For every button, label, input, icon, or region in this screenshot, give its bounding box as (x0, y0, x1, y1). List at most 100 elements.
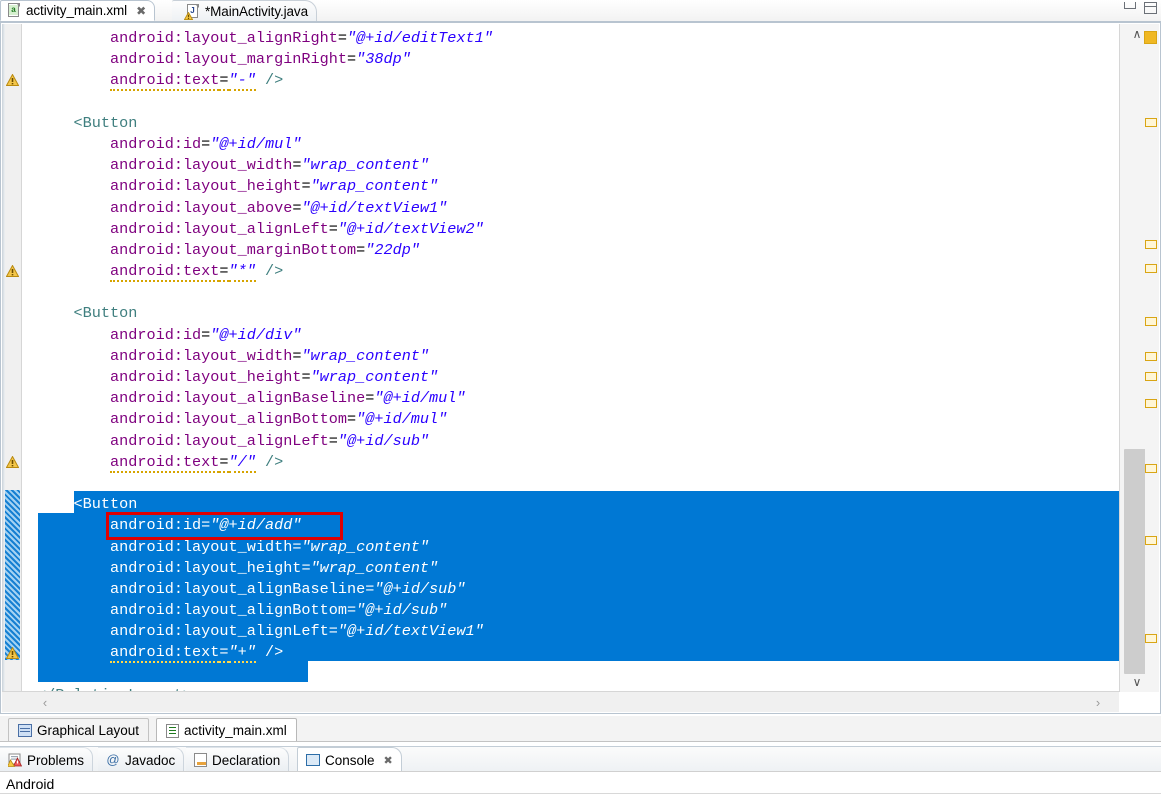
code-token: = (328, 219, 338, 238)
code-line[interactable]: android:layout_alignBottom="@+id/sub" (23, 600, 493, 621)
close-icon[interactable]: ✖ (384, 754, 393, 767)
overview-warning-marker[interactable] (1145, 240, 1157, 249)
code-token: android:text (110, 71, 220, 92)
overview-warning-marker[interactable] (1145, 399, 1157, 408)
code-token: "@+id/editText1" (347, 29, 493, 47)
code-token: <Button (73, 113, 138, 132)
overview-warning-marker[interactable] (1145, 264, 1157, 273)
view-tab-console[interactable]: Console ✖ (297, 747, 402, 772)
code-token: "wrap_content" (301, 346, 430, 365)
editor-mode-tabs: Graphical Layout activity_main.xml (0, 716, 1161, 742)
console-divider (0, 793, 1161, 794)
editor-tab-activity-main-xml[interactable]: a activity_main.xml ✖ (0, 0, 156, 21)
code-token: android:layout_alignLeft (110, 431, 329, 450)
console-panel[interactable]: Android (0, 771, 1161, 801)
code-token: android:layout_width (110, 346, 293, 365)
editor-gutter[interactable] (2, 24, 22, 692)
code-line[interactable]: android:layout_alignLeft="@+id/sub" (23, 431, 493, 452)
bottom-view-tabs: Problems @ Javadoc Declaration Console ✖ (0, 746, 1161, 772)
java-file-icon: J (184, 3, 200, 20)
warning-marker-icon[interactable] (5, 73, 20, 87)
code-line[interactable] (23, 92, 493, 113)
code-token: = (201, 134, 211, 153)
code-line[interactable]: android:layout_alignBaseline="@+id/mul" (23, 388, 493, 409)
code-line[interactable]: android:layout_height="wrap_content" (23, 558, 493, 579)
code-line[interactable]: android:layout_alignBottom="@+id/mul" (23, 409, 493, 430)
code-line[interactable]: android:id="@+id/div" (23, 325, 493, 346)
code-token: android:layout_alignBaseline (110, 579, 366, 598)
overview-warning-marker[interactable] (1144, 31, 1157, 44)
warning-marker-icon[interactable] (5, 264, 20, 278)
code-line[interactable]: <Button (23, 303, 493, 324)
code-line[interactable]: android:layout_alignLeft="@+id/textView2… (23, 219, 493, 240)
overview-warning-marker[interactable] (1145, 536, 1157, 545)
overview-warning-marker[interactable] (1145, 372, 1157, 381)
code-token: = (328, 431, 338, 450)
horizontal-scrollbar[interactable]: ‹ › (2, 691, 1119, 712)
code-line[interactable]: android:id="@+id/mul" (23, 134, 493, 155)
code-line[interactable]: android:layout_alignRight="@+id/editText… (23, 28, 493, 49)
code-line[interactable]: android:layout_alignLeft="@+id/textView1… (23, 621, 493, 642)
overview-ruler[interactable] (1144, 24, 1159, 692)
code-line[interactable]: android:layout_above="@+id/textView1" (23, 198, 493, 219)
code-token: android:id (110, 134, 202, 153)
code-token: android:text (110, 643, 220, 664)
code-token: android:id (110, 325, 202, 344)
code-token: = (347, 601, 357, 620)
view-tab-problems[interactable]: Problems (0, 747, 94, 772)
tab-graphical-layout[interactable]: Graphical Layout (8, 718, 150, 742)
code-token: = (301, 177, 311, 196)
code-token: "@+id/sub" (374, 579, 466, 598)
view-tab-declaration[interactable]: Declaration (186, 747, 290, 772)
selection-highlight (38, 661, 308, 683)
editor-tab-mainactivity-java[interactable]: J *MainActivity.java (172, 0, 317, 21)
code-token: /> (265, 643, 284, 662)
code-line[interactable] (23, 282, 493, 303)
tab-xml-source[interactable]: activity_main.xml (156, 718, 297, 742)
code-token: android:layout_height (110, 558, 302, 577)
code-token: = (301, 368, 311, 386)
close-icon[interactable]: ✖ (136, 4, 146, 18)
tab-label: Graphical Layout (37, 723, 140, 738)
overview-warning-marker[interactable] (1145, 352, 1157, 361)
code-viewport[interactable]: android:layout_alignRight="@+id/editText… (23, 24, 1119, 692)
code-token: "/" (228, 452, 256, 473)
scroll-left-icon[interactable]: ‹ (36, 694, 54, 710)
view-tab-label: Javadoc (125, 752, 176, 768)
overview-warning-marker[interactable] (1145, 634, 1157, 643)
code-line[interactable]: android:text="+" /> (23, 642, 493, 664)
code-line[interactable]: android:layout_marginRight="38dp" (23, 49, 493, 70)
code-token: = (219, 262, 229, 283)
code-token: android:layout_alignBottom (110, 601, 347, 620)
code-line[interactable]: <Button (23, 113, 493, 134)
overview-warning-marker[interactable] (1145, 317, 1157, 326)
code-line[interactable]: android:text="/" /> (23, 452, 493, 473)
code-token: = (365, 579, 375, 598)
code-content[interactable]: android:layout_alignRight="@+id/editText… (23, 28, 493, 692)
code-line[interactable]: android:layout_height="wrap_content" (23, 176, 493, 197)
overview-warning-marker[interactable] (1145, 464, 1157, 473)
code-line[interactable]: android:layout_width="wrap_content" (23, 155, 493, 176)
maximize-icon[interactable] (1144, 2, 1157, 14)
scroll-right-icon[interactable]: › (1089, 694, 1107, 710)
code-line[interactable]: android:text="-" /> (23, 70, 493, 92)
code-line[interactable]: android:layout_height="wrap_content" (23, 367, 493, 388)
code-token: android:layout_marginBottom (110, 240, 357, 259)
code-line[interactable]: android:layout_alignBaseline="@+id/sub" (23, 579, 493, 600)
code-token: "@+id/textView1" (337, 622, 484, 641)
code-line[interactable]: android:layout_width="wrap_content" (23, 346, 493, 367)
graphical-layout-icon (18, 724, 32, 737)
view-tab-label: Declaration (212, 752, 281, 768)
code-line[interactable]: android:text="*" /> (23, 261, 493, 283)
code-line[interactable]: android:layout_marginBottom="22dp" (23, 240, 493, 261)
overview-warning-marker[interactable] (1145, 118, 1157, 127)
code-line[interactable]: android:layout_width="wrap_content" (23, 537, 493, 558)
warning-marker-icon[interactable] (5, 646, 20, 659)
warning-marker-icon[interactable] (5, 455, 20, 468)
minimize-icon[interactable] (1124, 2, 1136, 9)
selection-range-marker (5, 490, 20, 660)
console-output: Android (6, 776, 55, 792)
view-tab-javadoc[interactable]: @ Javadoc (98, 747, 185, 772)
